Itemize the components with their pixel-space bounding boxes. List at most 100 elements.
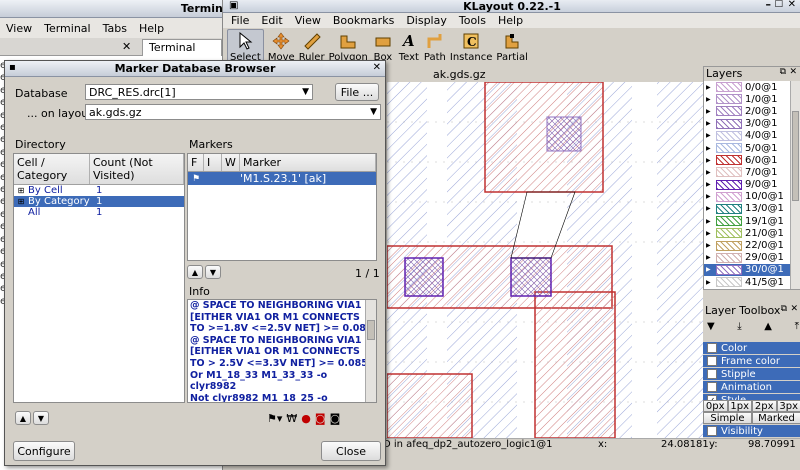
directory-tree[interactable]: Cell / Category Count (Not Visited) ⊞ By … bbox=[13, 153, 185, 403]
width-1px[interactable]: 1px bbox=[727, 400, 752, 412]
col-marker[interactable]: Marker bbox=[240, 154, 376, 171]
toolbox-checkbox[interactable] bbox=[707, 356, 717, 366]
dir-down-button[interactable]: ▼ bbox=[33, 411, 49, 425]
expand-arrow-icon[interactable]: ▶ bbox=[706, 279, 712, 286]
mode-simple[interactable]: Simple bbox=[703, 412, 752, 424]
info-scrollbar[interactable] bbox=[365, 300, 376, 402]
info-scroll-thumb[interactable] bbox=[367, 320, 375, 340]
layer-row[interactable]: ▶ 3/0@1 bbox=[704, 118, 790, 130]
file-button[interactable]: File ... bbox=[335, 83, 379, 101]
layer-row[interactable]: ▶ 41/5@1 bbox=[704, 276, 790, 288]
layer-row[interactable]: ▶ 29/0@1 bbox=[704, 252, 790, 264]
waive-icon[interactable]: ₩ bbox=[286, 412, 297, 425]
layer-row[interactable]: ▶ 19/1@1 bbox=[704, 215, 790, 227]
expand-arrow-icon[interactable]: ▶ bbox=[706, 193, 712, 200]
menu-display[interactable]: Display bbox=[400, 14, 453, 27]
tool-instance[interactable]: C Instance bbox=[450, 30, 492, 63]
expand-arrow-icon[interactable]: ▶ bbox=[706, 157, 712, 164]
previous-marker-button[interactable]: ▲ bbox=[187, 265, 203, 279]
menu-tools[interactable]: Tools bbox=[453, 14, 492, 27]
menu-file[interactable]: File bbox=[225, 14, 255, 27]
expand-arrow-icon[interactable]: ▶ bbox=[706, 266, 712, 273]
col-count[interactable]: Count (Not Visited) bbox=[90, 154, 184, 184]
col-cell-category[interactable]: Cell / Category bbox=[14, 154, 90, 184]
toolbox-checkbox[interactable] bbox=[707, 369, 717, 379]
layers-scrollbar[interactable] bbox=[790, 81, 800, 289]
terminal-menu-help[interactable]: Help bbox=[133, 22, 170, 35]
tool-select[interactable]: Select bbox=[227, 28, 264, 64]
dialog-menu-icon[interactable]: ▪ bbox=[9, 62, 16, 73]
klayout-titlebar[interactable]: ▣ KLayout 0.22.-1 – □ ✕ bbox=[223, 0, 800, 13]
col-w[interactable]: W bbox=[222, 154, 240, 171]
visibility-row[interactable]: Visibility bbox=[703, 425, 800, 437]
expand-arrow-icon[interactable]: ▶ bbox=[706, 108, 712, 115]
layer-row[interactable]: ▶ 7/0@1 bbox=[704, 166, 790, 178]
snapshot-icon[interactable]: ◙ bbox=[330, 412, 341, 425]
info-panel[interactable]: @ SPACE TO NEIGHBORING VIA1 [EITHER VIA1 … bbox=[187, 299, 377, 403]
width-3px[interactable]: 3px bbox=[776, 400, 800, 412]
expand-arrow-icon[interactable]: ▶ bbox=[706, 218, 712, 225]
move-down-icon[interactable]: ▼ bbox=[707, 321, 715, 335]
layer-row[interactable]: ▶ 4/0@1 bbox=[704, 130, 790, 142]
expand-icon[interactable]: ⊞ bbox=[14, 197, 28, 206]
tool-ruler[interactable]: Ruler bbox=[299, 30, 325, 63]
tool-move[interactable]: Move bbox=[268, 30, 295, 63]
layers-scroll-thumb[interactable] bbox=[792, 111, 799, 201]
move-bottom-icon[interactable]: ⤓ bbox=[737, 321, 741, 335]
expand-arrow-icon[interactable]: ▶ bbox=[706, 242, 712, 249]
layer-row[interactable]: ▶ 9/0@1 bbox=[704, 179, 790, 191]
expand-arrow-icon[interactable]: ▶ bbox=[706, 181, 712, 188]
directory-row[interactable]: ⊞ By Category 1 bbox=[14, 196, 184, 207]
layer-list[interactable]: ▶ 0/0@1 ▶ 1/0@1 ▶ 2/0@1 ▶ 3/0@1 ▶ 4/0@1 ▶ 5/0@1 ▶ 6/0… bbox=[704, 81, 790, 289]
toolbox-item-animation[interactable]: Animation bbox=[703, 381, 800, 393]
expand-arrow-icon[interactable]: ▶ bbox=[706, 205, 712, 212]
terminal-titlebar[interactable]: Terminal bbox=[0, 0, 240, 18]
layer-row[interactable]: ▶ 21/0@1 bbox=[704, 227, 790, 239]
layer-row[interactable]: ▶ 30/0@1 bbox=[704, 263, 790, 276]
tool-box[interactable]: Box bbox=[372, 30, 394, 63]
close-icon[interactable]: ✕ bbox=[789, 67, 797, 77]
menu-bookmarks[interactable]: Bookmarks bbox=[327, 14, 400, 27]
expand-arrow-icon[interactable]: ▶ bbox=[706, 120, 712, 127]
col-i[interactable]: I bbox=[204, 154, 222, 171]
window-close-icon[interactable]: ✕ bbox=[788, 0, 796, 10]
next-marker-button[interactable]: ▼ bbox=[205, 265, 221, 279]
expand-arrow-icon[interactable]: ▶ bbox=[706, 230, 712, 237]
close-icon[interactable]: ✕ bbox=[122, 40, 131, 53]
layer-row[interactable]: ▶ 2/0@1 bbox=[704, 105, 790, 117]
expand-arrow-icon[interactable]: ▶ bbox=[706, 96, 712, 103]
layout-canvas[interactable] bbox=[387, 82, 703, 438]
terminal-menu-tabs[interactable]: Tabs bbox=[97, 22, 133, 35]
width-0px[interactable]: 0px bbox=[703, 400, 728, 412]
expand-icon[interactable]: ⊞ bbox=[14, 186, 28, 195]
terminal-menu-view[interactable]: View bbox=[0, 22, 38, 35]
toolbox-checkbox[interactable] bbox=[707, 343, 717, 353]
width-2px[interactable]: 2px bbox=[752, 400, 777, 412]
visibility-checkbox[interactable] bbox=[707, 426, 717, 436]
marker-browser-titlebar[interactable]: ▪ Marker Database Browser ✕ bbox=[5, 61, 385, 77]
layout-select[interactable]: ak.gds.gz ▼ bbox=[85, 104, 381, 120]
dir-up-button[interactable]: ▲ bbox=[15, 411, 31, 425]
layer-row[interactable]: ▶ 5/0@1 bbox=[704, 142, 790, 154]
tool-text[interactable]: A Text bbox=[398, 30, 420, 63]
expand-arrow-icon[interactable]: ▶ bbox=[706, 254, 712, 261]
expand-arrow-icon[interactable]: ▶ bbox=[706, 169, 712, 176]
layer-row[interactable]: ▶10/0@1 bbox=[704, 288, 790, 290]
terminal-menu-terminal[interactable]: Terminal bbox=[38, 22, 97, 35]
layer-row[interactable]: ▶ 13/0@1 bbox=[704, 203, 790, 215]
close-button[interactable]: Close bbox=[321, 441, 381, 461]
layer-row[interactable]: ▶ 6/0@1 bbox=[704, 154, 790, 166]
flag-menu-icon[interactable]: ⚑▾ bbox=[267, 412, 282, 425]
toolbox-checkbox[interactable] bbox=[707, 382, 717, 392]
window-minimize-icon[interactable]: – bbox=[766, 0, 772, 11]
mode-marked[interactable]: Marked bbox=[752, 412, 800, 424]
layer-row[interactable]: ▶ 1/0@1 bbox=[704, 93, 790, 105]
layout-view-tab[interactable]: ak.gds.gz bbox=[433, 68, 486, 81]
layer-row[interactable]: ▶ 0/0@1 bbox=[704, 81, 790, 93]
tool-polygon[interactable]: Polygon bbox=[329, 30, 368, 63]
menu-edit[interactable]: Edit bbox=[255, 14, 288, 27]
snapshot-remove-icon[interactable]: ◙ bbox=[315, 412, 326, 425]
terminal-tab[interactable]: Terminal bbox=[142, 39, 222, 56]
col-f[interactable]: F bbox=[188, 154, 204, 171]
database-select[interactable]: DRC_RES.drc[1] ▼ bbox=[85, 84, 313, 100]
